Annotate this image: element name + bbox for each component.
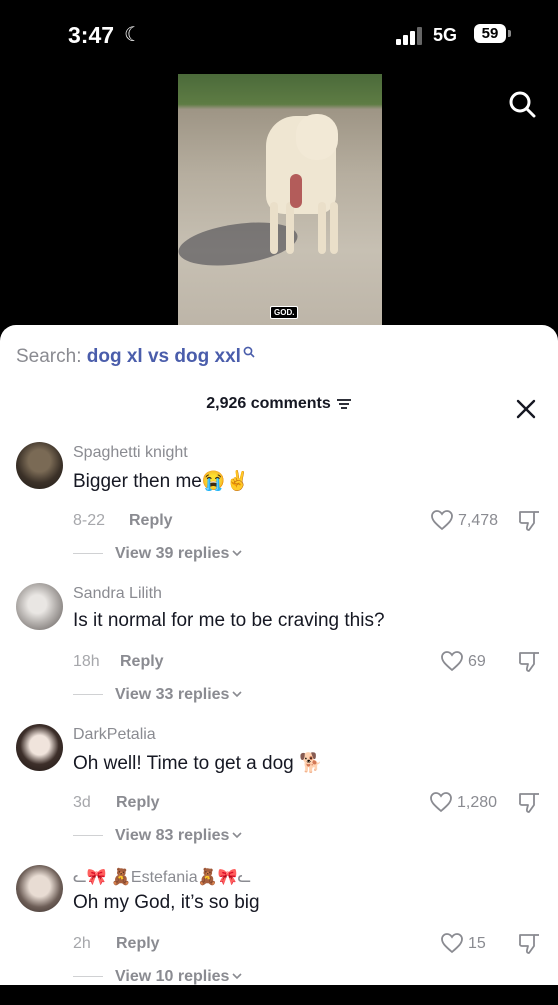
battery-level: 59 [481,25,499,42]
search-prefix: Search: [16,346,87,367]
view-replies-button[interactable]: View 83 replies [73,827,243,845]
avatar[interactable] [16,583,63,630]
comments-sheet: Search: dog xl vs dog xxl 2,926 comments… [0,325,558,985]
comments-count-label: 2,926 comments [206,395,331,412]
comment-date: 3d [73,794,91,811]
reply-button[interactable]: Reply [129,512,173,530]
view-replies-label: View 33 replies [115,686,230,703]
battery-icon: 59 [474,24,511,43]
search-query[interactable]: dog xl vs dog xxl [87,346,241,367]
search-suggestion[interactable]: Search: dog xl vs dog xxl [16,346,255,368]
heart-icon[interactable] [440,932,464,954]
search-small-icon [243,346,255,358]
comment-username[interactable]: ᓚ🎀 🧸Estefania🧸🎀ᓚ [73,867,251,887]
comment-date: 18h [73,653,100,670]
dislike-icon[interactable] [517,932,541,956]
reply-button[interactable]: Reply [120,653,164,671]
reply-button[interactable]: Reply [116,794,160,812]
like-count: 7,478 [458,512,499,529]
comment-item: Sandra Lilith Is it normal for me to be … [0,583,558,723]
chevron-down-icon [232,550,243,557]
comment-date: 2h [73,935,91,952]
comment-text: Oh well! Time to get a dog 🐕 [73,753,323,774]
status-time: 3:47 [68,22,115,48]
close-icon[interactable] [515,398,537,420]
chevron-down-icon [232,973,243,980]
heart-icon[interactable] [440,650,464,672]
comment-date: 8-22 [73,512,106,529]
comment-item: DarkPetalia Oh well! Time to get a dog 🐕… [0,724,558,864]
dislike-icon[interactable] [517,791,541,815]
video-thumbnail[interactable]: GOD. [178,74,382,326]
comment-username[interactable]: Sandra Lilith [73,585,162,603]
video-caption: GOD. [270,306,299,319]
comment-text: Bigger then me😭✌️ [73,471,250,492]
view-replies-label: View 10 replies [115,968,230,985]
moon-icon: ☾ [124,24,142,46]
like-count: 15 [468,935,486,952]
dislike-icon[interactable] [517,509,541,533]
view-replies-button[interactable]: View 10 replies [73,968,243,986]
comment-text: Is it normal for me to be craving this? [73,610,385,631]
comment-item: Spaghetti knight Bigger then me😭✌️ 8-22 … [0,442,558,582]
chevron-down-icon [232,691,243,698]
comment-text: Oh my God, it’s so big [73,892,260,913]
comment-username[interactable]: Spaghetti knight [73,444,188,462]
network-label: 5G [433,25,458,45]
avatar[interactable] [16,865,63,912]
filter-icon[interactable] [336,398,352,410]
search-icon[interactable] [508,90,536,118]
view-replies-label: View 39 replies [115,545,230,562]
dislike-icon[interactable] [517,650,541,674]
status-bar: 3:47 ☾ 5G 59 [0,0,558,72]
like-count: 1,280 [457,794,498,811]
comments-count: 2,926 comments [0,395,558,413]
chevron-down-icon [232,832,243,839]
view-replies-label: View 83 replies [115,827,230,844]
view-replies-button[interactable]: View 33 replies [73,686,243,704]
comment-item: ᓚ🎀 🧸Estefania🧸🎀ᓚ Oh my God, it’s so big … [0,865,558,1005]
heart-icon[interactable] [430,509,454,531]
signal-icon [396,27,426,45]
comment-username[interactable]: DarkPetalia [73,726,156,744]
view-replies-button[interactable]: View 39 replies [73,545,243,563]
avatar[interactable] [16,442,63,489]
avatar[interactable] [16,724,63,771]
like-count: 69 [468,653,486,670]
heart-icon[interactable] [429,791,453,813]
reply-button[interactable]: Reply [116,935,160,953]
dog-head [296,114,338,160]
